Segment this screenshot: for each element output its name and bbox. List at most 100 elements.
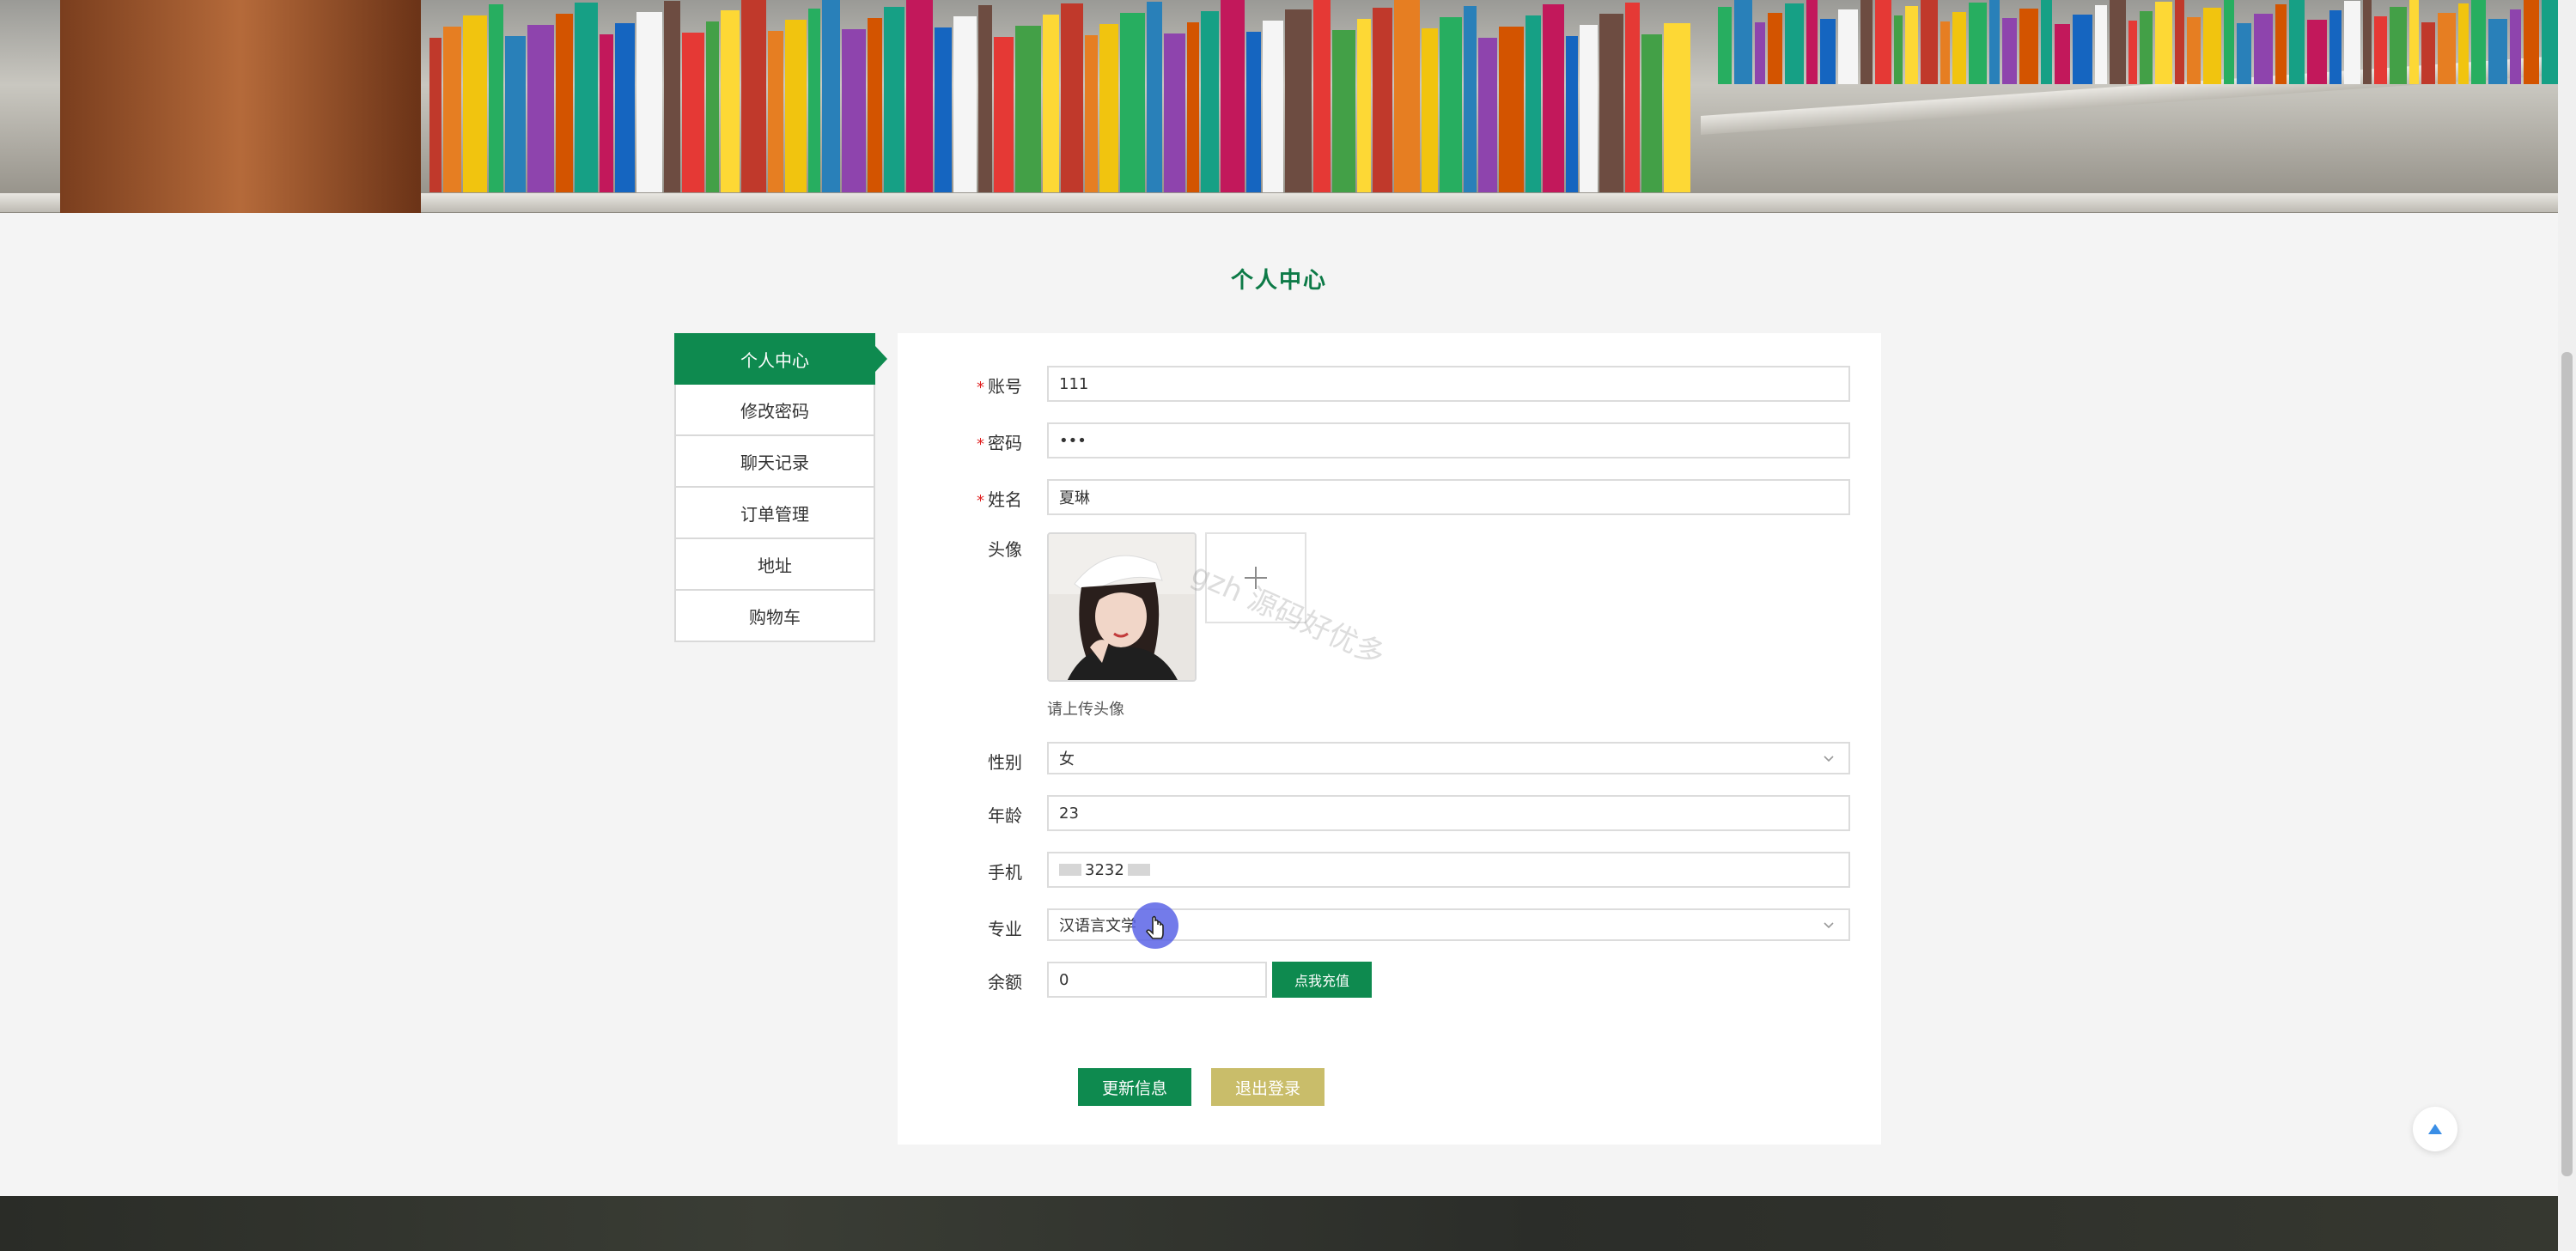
book-spine: [2019, 9, 2038, 84]
sidebar-item-label: 个人中心: [740, 349, 809, 371]
book-spine: [741, 0, 766, 192]
book-spine: [2458, 3, 2469, 84]
book-spine: [1478, 38, 1497, 192]
phone-field[interactable]: 3232: [1047, 852, 1850, 888]
book-spine: [527, 25, 554, 192]
cursor-highlight: [1132, 902, 1178, 949]
sidebar-item-chat-history[interactable]: 聊天记录: [674, 436, 875, 488]
book-spine: [2041, 0, 2052, 84]
book-spine: [2002, 18, 2017, 84]
book-spine: [1147, 2, 1162, 192]
page-title: 个人中心: [1230, 268, 1327, 294]
book-spine: [1187, 22, 1199, 192]
book-spine: [1664, 23, 1690, 192]
book-spine: [2438, 13, 2456, 84]
book-spine: [1894, 15, 1903, 84]
book-spine: [505, 36, 526, 192]
book-spine: [1043, 15, 1059, 192]
book-spine: [1580, 25, 1598, 192]
gender-select[interactable]: 女: [1047, 742, 1850, 774]
scrollbar-thumb[interactable]: [2561, 352, 2573, 1176]
book-spine: [2471, 0, 2486, 84]
book-spine: [1566, 36, 1578, 192]
book-spine: [1785, 3, 1804, 84]
book-spine: [1768, 13, 1782, 84]
account-field[interactable]: 111: [1047, 366, 1850, 402]
sidebar-item-cart[interactable]: 购物车: [674, 591, 875, 642]
book-spine: [822, 0, 840, 192]
book-spine: [1543, 4, 1564, 192]
book-spine: [935, 27, 952, 192]
required-mark: *: [977, 435, 984, 453]
logout-button[interactable]: 退出登录: [1211, 1068, 1325, 1106]
update-info-button[interactable]: 更新信息: [1078, 1068, 1191, 1106]
sidebar-item-change-password[interactable]: 修改密码: [674, 385, 875, 436]
avatar-label: 头像: [988, 539, 1022, 560]
book-spine: [1860, 0, 1873, 84]
book-spine: [1989, 0, 2000, 84]
page-scrollbar[interactable]: [2558, 0, 2576, 1251]
book-spine: [2409, 0, 2419, 84]
book-spine: [2374, 16, 2387, 84]
chevron-down-icon: [1824, 922, 1834, 929]
book-spine: [1969, 3, 1987, 84]
book-spine: [1641, 34, 1662, 192]
book-spine: [1875, 0, 1891, 84]
avatar-hint: 请上传头像: [1047, 701, 1124, 719]
book-spine: [868, 18, 882, 192]
recharge-button[interactable]: 点我充值: [1272, 962, 1372, 998]
book-spine: [808, 9, 820, 192]
book-spine: [429, 38, 442, 192]
book-spine: [615, 23, 635, 192]
plus-icon: [1245, 567, 1267, 589]
book-spine: [1120, 13, 1145, 192]
balance-field[interactable]: 0: [1047, 962, 1267, 998]
book-spine: [1263, 21, 1283, 192]
age-field[interactable]: 23: [1047, 795, 1850, 831]
book-spine: [2187, 17, 2201, 84]
avatar[interactable]: [1047, 532, 1197, 682]
sidebar-item-label: 购物车: [749, 606, 801, 628]
book-spine: [575, 3, 598, 192]
gender-label: 性别: [988, 752, 1022, 773]
chevron-down-icon: [1824, 756, 1834, 762]
book-spine: [2275, 4, 2287, 84]
book-spine: [842, 29, 866, 192]
avatar-photo: [1049, 534, 1195, 680]
book-spine: [2055, 24, 2070, 84]
password-field[interactable]: •••: [1047, 422, 1850, 458]
hand-pointer-icon: [1146, 915, 1164, 939]
upload-avatar-button[interactable]: [1205, 532, 1306, 623]
book-spine: [463, 15, 487, 192]
book-spine: [1394, 0, 1420, 192]
book-spine: [1440, 17, 1462, 192]
book-spine: [2524, 0, 2539, 84]
book-spine: [1422, 28, 1438, 192]
book-spine: [1221, 0, 1245, 192]
book-spine: [1838, 9, 1858, 84]
back-to-top-button[interactable]: [2413, 1107, 2457, 1151]
profile-form: * 账号 111 * 密码 ••• * 姓名 夏琳 头像 请上传头像 gzh 源…: [898, 333, 1881, 1145]
book-spine: [1332, 30, 1355, 192]
book-spine: [2095, 5, 2107, 84]
sidebar-item-address[interactable]: 地址: [674, 539, 875, 591]
book-spine: [636, 12, 662, 192]
age-label: 年龄: [988, 805, 1022, 826]
sidebar: 个人中心 修改密码 聊天记录 订单管理 地址 购物车: [674, 333, 887, 642]
name-field[interactable]: 夏琳: [1047, 479, 1850, 515]
sidebar-item-orders[interactable]: 订单管理: [674, 488, 875, 539]
sidebar-item-label: 订单管理: [740, 503, 809, 525]
book-spine: [2510, 9, 2521, 84]
book-spine: [2329, 10, 2342, 84]
book-spine: [1201, 11, 1219, 192]
book-spine: [2421, 22, 2435, 84]
sidebar-item-profile[interactable]: 个人中心: [674, 333, 887, 385]
book-spine: [721, 10, 740, 192]
account-label: * 账号: [977, 376, 1022, 397]
book-spine: [2344, 1, 2360, 84]
book-spine: [1285, 9, 1312, 192]
book-spine: [1246, 32, 1261, 192]
book-spine: [1599, 14, 1623, 192]
book-spine: [884, 7, 904, 192]
book-spine: [2128, 21, 2137, 84]
